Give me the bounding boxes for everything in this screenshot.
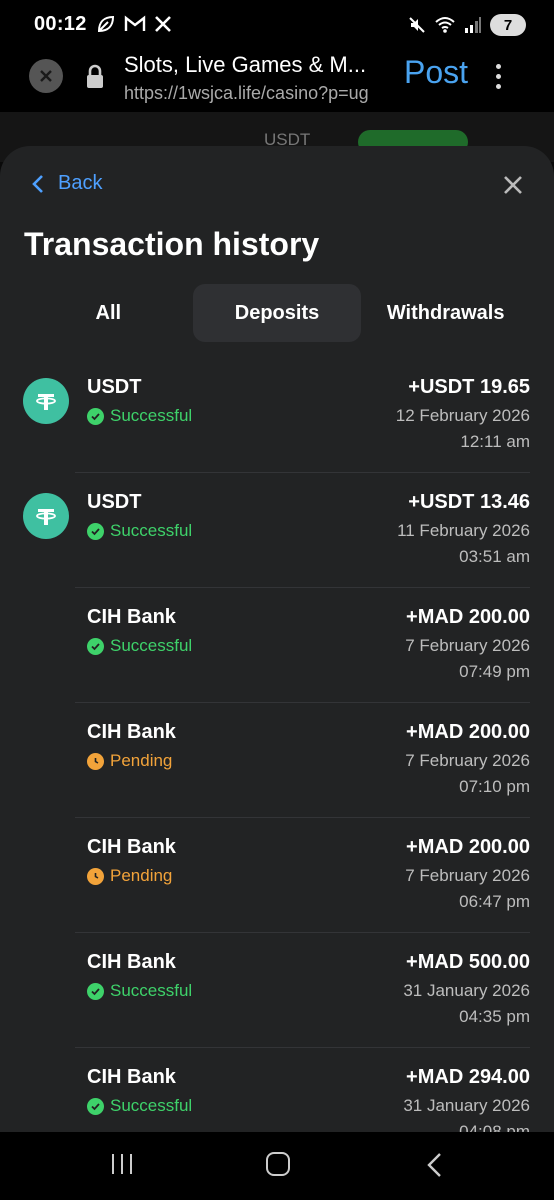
transaction-row[interactable]: CIH Bank Successful +MAD 200.00 7 Februa… xyxy=(0,588,554,703)
transaction-method: CIH Bank xyxy=(87,721,176,743)
back-icon[interactable] xyxy=(426,1152,442,1178)
home-icon[interactable] xyxy=(266,1152,290,1176)
transaction-amount: +MAD 500.00 xyxy=(406,951,530,973)
status-label: Successful xyxy=(110,1096,193,1115)
transaction-date: 31 January 2026 xyxy=(403,981,530,1000)
transaction-date: 7 February 2026 xyxy=(405,636,530,655)
url-bar[interactable]: https://1wsjca.life/casino?p=ug xyxy=(124,83,369,104)
lock-icon xyxy=(87,64,103,88)
notification-icons xyxy=(96,14,172,34)
close-sheet-icon[interactable] xyxy=(502,174,524,196)
recent-apps-icon[interactable] xyxy=(112,1154,132,1174)
status-bar: 00:12 7 xyxy=(0,0,554,50)
back-label: Back xyxy=(58,172,103,194)
transaction-date: 7 February 2026 xyxy=(405,751,530,770)
status-label: Successful xyxy=(110,636,193,655)
status-label: Successful xyxy=(110,981,193,1000)
transaction-amount: +MAD 200.00 xyxy=(406,606,530,628)
browser-toolbar: Slots, Live Games & M... https://1wsjca.… xyxy=(0,50,554,112)
chevron-left-icon xyxy=(32,174,43,193)
filter-tabs: All Deposits Withdrawals xyxy=(24,284,530,342)
transaction-method: CIH Bank xyxy=(87,951,176,973)
status-badge: Successful xyxy=(87,981,192,1001)
status-badge: Successful xyxy=(87,406,192,426)
transaction-row[interactable]: CIH Bank Successful +MAD 500.00 31 Janua… xyxy=(0,933,554,1048)
status-label: Pending xyxy=(110,751,173,770)
wifi-icon xyxy=(435,17,455,33)
check-icon xyxy=(87,982,104,1000)
status-badge: Pending xyxy=(87,866,172,886)
tab-withdrawals[interactable]: Withdrawals xyxy=(361,284,530,342)
transaction-time: 03:51 am xyxy=(459,547,530,566)
signal-icon xyxy=(465,17,481,33)
leaf-icon xyxy=(97,15,115,33)
gmail-icon xyxy=(124,15,146,31)
page-heading: Transaction history xyxy=(24,226,320,262)
status-badge: Successful xyxy=(87,1096,192,1116)
check-icon xyxy=(87,407,104,425)
tether-icon xyxy=(23,493,69,539)
battery-icon: 7 xyxy=(490,14,526,36)
transaction-list: USDT Successful +USDT 19.65 12 February … xyxy=(0,358,554,1132)
transaction-date: 12 February 2026 xyxy=(395,406,530,425)
transaction-time: 12:11 am xyxy=(460,432,530,451)
back-button[interactable]: Back xyxy=(32,172,102,195)
transaction-time: 07:10 pm xyxy=(459,777,530,796)
battery-level: 7 xyxy=(503,16,513,34)
transaction-history-sheet: Back Transaction history All Deposits Wi… xyxy=(0,146,554,1132)
transaction-row[interactable]: CIH Bank Pending +MAD 200.00 7 February … xyxy=(0,703,554,818)
status-badge: Successful xyxy=(87,636,192,656)
check-icon xyxy=(87,637,104,655)
transaction-method: USDT xyxy=(87,491,142,513)
transaction-row[interactable]: CIH Bank Successful +MAD 294.00 31 Janua… xyxy=(0,1048,554,1132)
tab-deposits[interactable]: Deposits xyxy=(192,284,362,342)
status-label: Successful xyxy=(110,521,193,540)
transaction-date: 31 January 2026 xyxy=(403,1096,530,1115)
page-title[interactable]: Slots, Live Games & M... xyxy=(124,52,366,78)
transaction-method: CIH Bank xyxy=(87,606,176,628)
clock: 00:12 xyxy=(34,13,87,35)
more-options-icon[interactable] xyxy=(496,64,501,89)
transaction-time: 04:08 pm xyxy=(459,1122,530,1132)
clock-icon xyxy=(87,752,104,770)
transaction-date: 11 February 2026 xyxy=(397,521,530,540)
transaction-method: CIH Bank xyxy=(87,836,176,858)
close-icon xyxy=(40,70,52,82)
transaction-time: 04:35 pm xyxy=(459,1007,530,1026)
status-badge: Successful xyxy=(87,521,192,541)
x-icon xyxy=(155,16,171,32)
transaction-row[interactable]: USDT Successful +USDT 19.65 12 February … xyxy=(0,358,554,473)
check-icon xyxy=(87,522,104,540)
status-label: Successful xyxy=(110,406,193,425)
transaction-amount: +USDT 13.46 xyxy=(408,491,530,513)
mute-icon xyxy=(409,17,425,33)
transaction-amount: +MAD 294.00 xyxy=(406,1066,530,1088)
transaction-time: 07:49 pm xyxy=(459,662,530,681)
status-label: Pending xyxy=(110,866,173,885)
transaction-row[interactable]: CIH Bank Pending +MAD 200.00 7 February … xyxy=(0,818,554,933)
transaction-row[interactable]: USDT Successful +USDT 13.46 11 February … xyxy=(0,473,554,588)
transaction-amount: +MAD 200.00 xyxy=(406,721,530,743)
transaction-date: 7 February 2026 xyxy=(405,866,530,885)
transaction-time: 06:47 pm xyxy=(459,892,530,911)
system-icons: 7 xyxy=(408,14,526,36)
transaction-amount: +USDT 19.65 xyxy=(408,376,530,398)
status-badge: Pending xyxy=(87,751,172,771)
system-nav-bar xyxy=(0,1132,554,1200)
post-button[interactable]: Post xyxy=(404,54,468,91)
tab-all[interactable]: All xyxy=(24,284,193,342)
transaction-amount: +MAD 200.00 xyxy=(406,836,530,858)
clock-icon xyxy=(87,867,104,885)
tether-icon xyxy=(23,378,69,424)
transaction-method: CIH Bank xyxy=(87,1066,176,1088)
check-icon xyxy=(87,1097,104,1115)
close-tab-button[interactable] xyxy=(29,59,63,93)
transaction-method: USDT xyxy=(87,376,142,398)
